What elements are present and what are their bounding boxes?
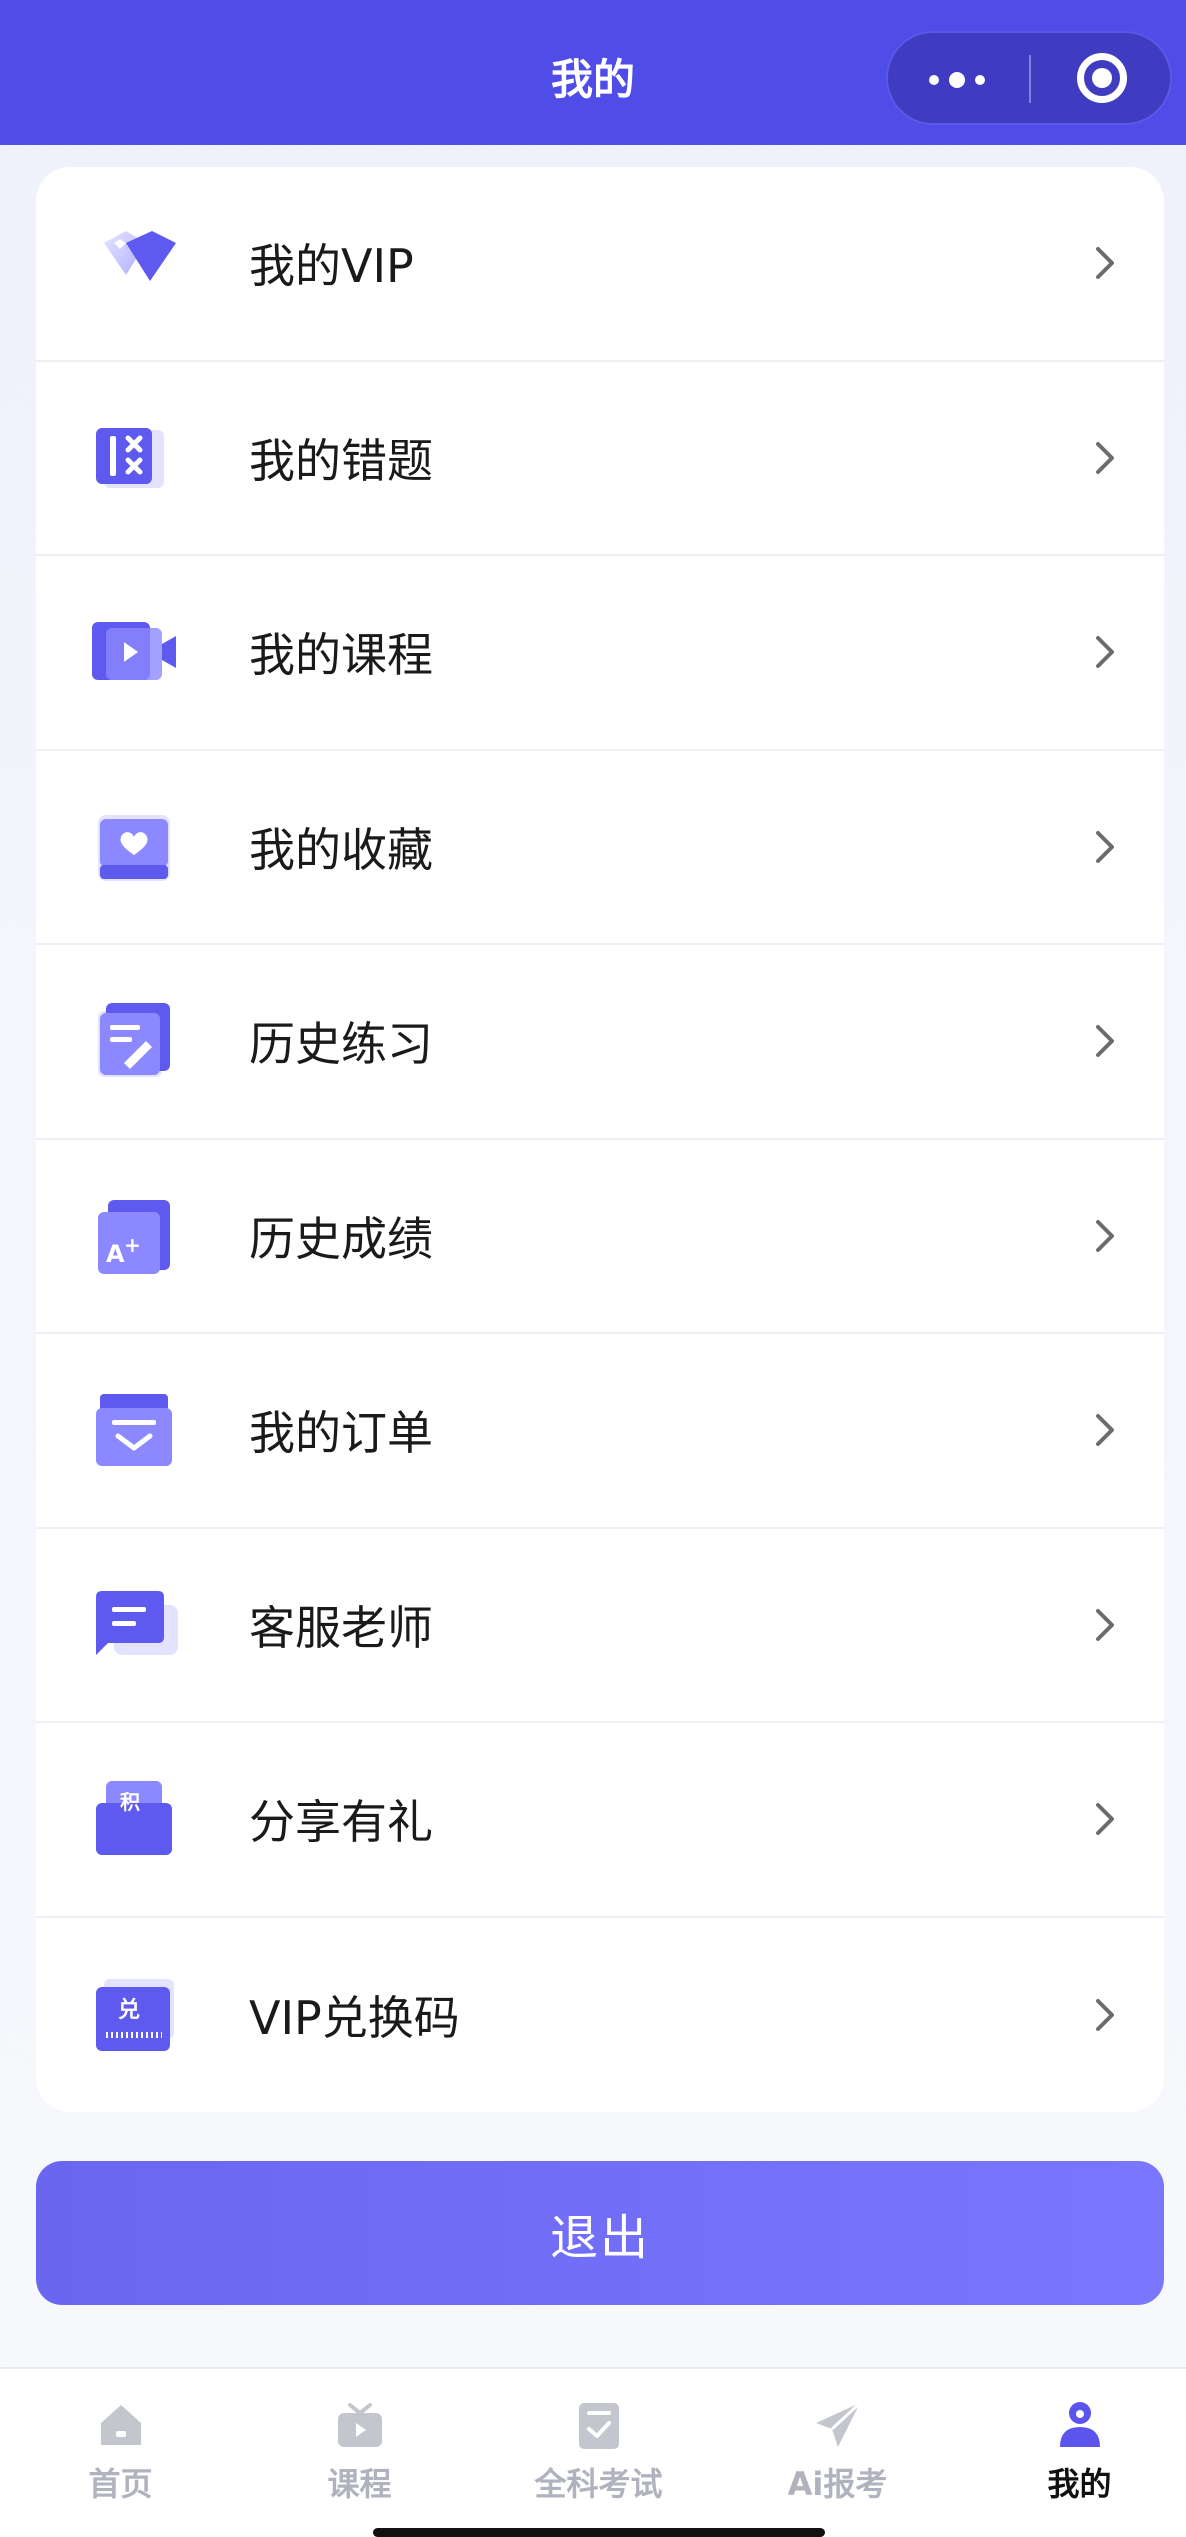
close-mini-program-button[interactable] bbox=[1033, 33, 1172, 123]
top-navigation-bar: 我的 bbox=[0, 0, 1186, 145]
chevron-right-icon bbox=[1096, 636, 1114, 669]
chevron-right-icon bbox=[1096, 1998, 1114, 2031]
home-icon bbox=[100, 2405, 141, 2445]
chevron-right-icon bbox=[1096, 1025, 1114, 1058]
menu-item-label: VIP兑换码 bbox=[249, 1990, 460, 2045]
menu-item-label: 我的课程 bbox=[249, 628, 433, 683]
user-profile-icon bbox=[1059, 2402, 1100, 2447]
menu-item-label: 客服老师 bbox=[249, 1600, 433, 1655]
menu-item-score-history[interactable]: A + 历史成绩 bbox=[36, 1140, 1164, 1334]
menu-item-favorites[interactable]: 我的收藏 bbox=[36, 751, 1164, 945]
menu-item-share-gift[interactable]: 积 分享有礼 bbox=[36, 1723, 1164, 1918]
menu-item-wrong-answers[interactable]: 我的错题 bbox=[36, 362, 1164, 556]
menu-item-customer-service[interactable]: 客服老师 bbox=[36, 1529, 1164, 1723]
home-indicator-bar bbox=[373, 2528, 825, 2537]
chevron-right-icon bbox=[1096, 247, 1114, 280]
heart-favorite-icon bbox=[98, 814, 170, 881]
tab-mine[interactable]: 我的 bbox=[961, 2369, 1186, 2509]
more-dots-icon bbox=[949, 72, 965, 88]
tab-label: 首页 bbox=[88, 2465, 153, 2503]
exam-check-icon bbox=[578, 2403, 619, 2449]
grade-a-plus-icon: A + bbox=[98, 1199, 170, 1274]
tab-home[interactable]: 首页 bbox=[2, 2369, 239, 2509]
menu-item-practice-history[interactable]: 历史练习 bbox=[36, 945, 1164, 1140]
svg-text:兑: 兑 bbox=[118, 1997, 140, 2023]
tab-courses[interactable]: 课程 bbox=[241, 2369, 478, 2509]
tab-label: Ai报考 bbox=[787, 2465, 888, 2503]
svg-text:积: 积 bbox=[120, 1790, 140, 1814]
video-course-icon bbox=[92, 622, 176, 681]
tab-ai-apply[interactable]: Ai报考 bbox=[719, 2369, 956, 2509]
menu-item-my-courses[interactable]: 我的课程 bbox=[36, 556, 1164, 751]
svg-text:A: A bbox=[106, 1240, 125, 1268]
share-gift-icon: 积 bbox=[96, 1781, 172, 1856]
chevron-right-icon bbox=[1096, 441, 1114, 474]
menu-list-card: 我的VIP 我的错题 我的课程 我的收藏 历史练习 A + 历史成绩 我的订单 … bbox=[36, 167, 1164, 2112]
menu-item-label: 我的错题 bbox=[249, 433, 433, 488]
chevron-right-icon bbox=[1096, 1219, 1114, 1252]
chevron-right-icon bbox=[1096, 1414, 1114, 1447]
chevron-right-icon bbox=[1096, 1803, 1114, 1836]
chevron-right-icon bbox=[1096, 1608, 1114, 1641]
menu-item-label: 分享有礼 bbox=[249, 1795, 433, 1850]
diamond-icon bbox=[104, 231, 176, 282]
menu-item-my-vip[interactable]: 我的VIP bbox=[36, 167, 1164, 362]
more-menu-button[interactable] bbox=[888, 33, 1028, 123]
wrong-answers-icon bbox=[96, 427, 164, 488]
tab-label: 课程 bbox=[327, 2465, 392, 2503]
tab-label: 我的 bbox=[1047, 2465, 1112, 2503]
tv-course-icon bbox=[337, 2403, 382, 2447]
order-box-icon bbox=[96, 1394, 172, 1467]
chevron-right-icon bbox=[1096, 830, 1114, 863]
paper-plane-icon bbox=[815, 2401, 861, 2447]
menu-item-my-orders[interactable]: 我的订单 bbox=[36, 1334, 1164, 1529]
menu-item-redeem-code[interactable]: 兑 VIP兑换码 bbox=[36, 1918, 1164, 2113]
svg-text:+: + bbox=[124, 1233, 141, 1257]
menu-item-label: 我的VIP bbox=[249, 239, 414, 294]
bottom-tab-bar: 首页 课程 全科考试 Ai报考 我的 bbox=[0, 2367, 1186, 2537]
logout-button[interactable]: 退出 bbox=[36, 2161, 1164, 2305]
chat-service-icon bbox=[96, 1590, 178, 1655]
more-dots-icon bbox=[975, 75, 985, 85]
practice-edit-icon bbox=[98, 1003, 170, 1078]
redeem-code-icon: 兑 bbox=[96, 1978, 174, 2051]
capsule-divider bbox=[1029, 55, 1031, 103]
target-close-icon-center bbox=[1092, 68, 1112, 88]
more-dots-icon bbox=[929, 75, 939, 85]
menu-item-label: 历史练习 bbox=[249, 1017, 433, 1072]
menu-item-label: 我的收藏 bbox=[249, 822, 433, 877]
menu-item-label: 历史成绩 bbox=[249, 1211, 433, 1266]
tab-label: 全科考试 bbox=[534, 2465, 663, 2503]
mini-program-capsule bbox=[886, 31, 1172, 125]
menu-item-label: 我的订单 bbox=[249, 1406, 433, 1461]
tab-all-exams[interactable]: 全科考试 bbox=[480, 2369, 717, 2509]
